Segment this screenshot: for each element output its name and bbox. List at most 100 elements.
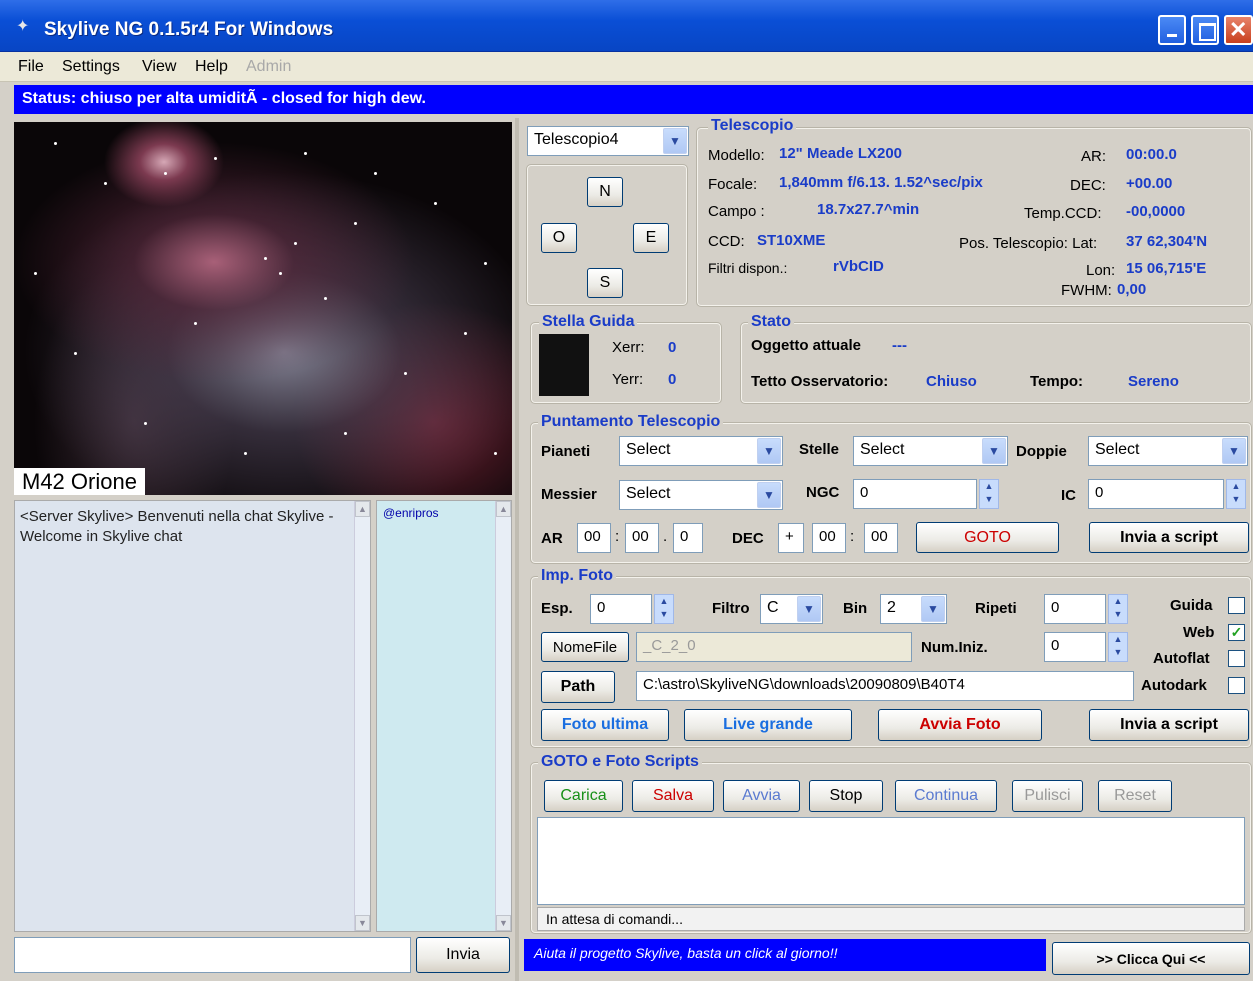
latitude-label: Pos. Telescopio: Lat: xyxy=(959,235,1098,252)
users-scrollbar[interactable]: ▲ ▼ xyxy=(495,501,511,931)
messier-select-value: Select xyxy=(626,485,671,502)
bin-select-value: 2 xyxy=(887,599,896,616)
current-object-label: Oggetto attuale xyxy=(751,337,862,354)
menu-file[interactable]: File xyxy=(18,58,44,76)
filename-button[interactable]: NomeFile xyxy=(541,632,629,662)
stars-select[interactable]: Select ▼ xyxy=(853,436,1008,466)
ar-value: 00:00.0 xyxy=(1126,146,1177,163)
dec-label: DEC: xyxy=(1070,177,1106,194)
east-button[interactable]: E xyxy=(633,223,669,253)
doubles-select[interactable]: Select ▼ xyxy=(1088,436,1248,466)
dec-sign-input[interactable]: + xyxy=(778,523,804,553)
telescope-select[interactable]: Telescopio4 ▼ xyxy=(527,126,689,156)
chevron-down-icon[interactable]: ▼ xyxy=(982,438,1006,464)
path-button[interactable]: Path xyxy=(541,671,615,703)
ar-minutes-input[interactable]: 00 xyxy=(625,523,659,553)
path-input[interactable]: C:\astro\SkyliveNG\downloads\20090809\B4… xyxy=(636,671,1134,701)
messier-select[interactable]: Select ▼ xyxy=(619,480,783,510)
exposure-spinner[interactable]: ▲ ▼ xyxy=(654,594,674,624)
minimize-button[interactable] xyxy=(1158,15,1186,45)
ar-hours-input[interactable]: 00 xyxy=(577,523,611,553)
run-script-button[interactable]: Avvia xyxy=(723,780,800,812)
messier-label: Messier xyxy=(541,486,597,503)
menu-settings[interactable]: Settings xyxy=(62,58,120,76)
ic-spinner[interactable]: ▲ ▼ xyxy=(1226,479,1246,509)
filters-label: Filtri dispon.: xyxy=(708,260,788,276)
goto-button[interactable]: GOTO xyxy=(916,522,1059,553)
continue-script-button[interactable]: Continua xyxy=(895,780,997,812)
close-button[interactable] xyxy=(1224,15,1253,45)
focal-label: Focale: xyxy=(708,176,758,193)
check-icon: ✓ xyxy=(1230,624,1243,640)
fwhm-value: 0,00 xyxy=(1117,281,1147,298)
web-checkbox[interactable]: ✓ xyxy=(1228,624,1245,641)
chevron-down-icon[interactable]: ▼ xyxy=(757,482,781,508)
dec-minutes-input[interactable]: 00 xyxy=(864,523,898,553)
reset-script-button[interactable]: Reset xyxy=(1098,780,1172,812)
autodark-checkbox[interactable] xyxy=(1228,677,1245,694)
chevron-down-icon[interactable]: ▼ xyxy=(663,128,687,154)
telescope-select-value: Telescopio4 xyxy=(534,131,619,148)
menu-help[interactable]: Help xyxy=(195,58,228,76)
ar-seconds-input[interactable]: 0 xyxy=(673,523,703,553)
dec-coord-label: DEC xyxy=(732,530,764,547)
telescope-group-title: Telescopio xyxy=(708,117,797,135)
click-here-button[interactable]: >> Clicca Qui << xyxy=(1052,942,1250,975)
ngc-input[interactable]: 0 xyxy=(853,479,977,509)
chat-user-list[interactable]: @enripros ▲ ▼ xyxy=(376,500,512,932)
menu-view[interactable]: View xyxy=(142,58,176,76)
send-button[interactable]: Invia xyxy=(416,937,510,973)
yerr-value: 0 xyxy=(668,371,677,388)
scroll-down-icon[interactable]: ▼ xyxy=(355,915,370,931)
photo-settings-title: Imp. Foto xyxy=(538,567,616,585)
photo-send-script-button[interactable]: Invia a script xyxy=(1089,709,1249,741)
repeat-input[interactable]: 0 xyxy=(1044,594,1106,624)
divider xyxy=(515,118,519,981)
guide-star-title: Stella Guida xyxy=(539,313,638,331)
autoflat-checkbox[interactable] xyxy=(1228,650,1245,667)
chevron-down-icon[interactable]: ▼ xyxy=(1222,438,1246,464)
north-button[interactable]: N xyxy=(587,177,623,207)
planets-select[interactable]: Select ▼ xyxy=(619,436,783,466)
bin-select[interactable]: 2 ▼ xyxy=(880,594,947,624)
model-value: 12" Meade LX200 xyxy=(779,145,903,162)
last-photo-button[interactable]: Foto ultima xyxy=(541,709,669,741)
doubles-select-value: Select xyxy=(1095,441,1140,458)
save-script-button[interactable]: Salva xyxy=(632,780,714,812)
dec-degrees-input[interactable]: 00 xyxy=(812,523,846,553)
scroll-down-icon[interactable]: ▼ xyxy=(496,915,511,931)
live-large-button[interactable]: Live grande xyxy=(684,709,852,741)
scroll-up-icon[interactable]: ▲ xyxy=(355,501,370,517)
autodark-label: Autodark xyxy=(1141,677,1207,694)
chevron-down-icon[interactable]: ▼ xyxy=(797,596,821,622)
chat-user-item[interactable]: @enripros xyxy=(383,506,439,520)
start-number-spinner[interactable]: ▲ ▼ xyxy=(1108,632,1128,662)
chat-input[interactable] xyxy=(14,937,411,973)
start-photo-button[interactable]: Avvia Foto xyxy=(878,709,1042,741)
guide-checkbox[interactable] xyxy=(1228,597,1245,614)
pointing-send-script-button[interactable]: Invia a script xyxy=(1089,522,1249,553)
start-number-input[interactable]: 0 xyxy=(1044,632,1106,662)
longitude-value: 15 06,715'E xyxy=(1126,260,1207,277)
ic-input[interactable]: 0 xyxy=(1088,479,1224,509)
clear-script-button[interactable]: Pulisci xyxy=(1012,780,1083,812)
south-button[interactable]: S xyxy=(587,268,623,298)
filename-input[interactable]: _C_2_0 xyxy=(636,632,912,662)
chevron-down-icon[interactable]: ▼ xyxy=(921,596,945,622)
west-button[interactable]: O xyxy=(541,223,577,253)
stop-script-button[interactable]: Stop xyxy=(809,780,883,812)
maximize-button[interactable] xyxy=(1191,15,1219,45)
ngc-spinner[interactable]: ▲ ▼ xyxy=(979,479,999,509)
script-editor[interactable] xyxy=(537,817,1245,905)
filter-select[interactable]: C ▼ xyxy=(760,594,823,624)
repeat-spinner[interactable]: ▲ ▼ xyxy=(1108,594,1128,624)
focal-value: 1,840mm f/6.13. 1.52^sec/pix xyxy=(779,174,983,191)
load-script-button[interactable]: Carica xyxy=(544,780,623,812)
exposure-input[interactable]: 0 xyxy=(590,594,652,624)
chevron-down-icon[interactable]: ▼ xyxy=(757,438,781,464)
guide-label: Guida xyxy=(1170,597,1213,614)
chat-log[interactable]: <Server Skylive> Benvenuti nella chat Sk… xyxy=(14,500,371,932)
chat-scrollbar[interactable]: ▲ ▼ xyxy=(354,501,370,931)
scroll-up-icon[interactable]: ▲ xyxy=(496,501,511,517)
dec-value: +00.00 xyxy=(1126,175,1173,192)
